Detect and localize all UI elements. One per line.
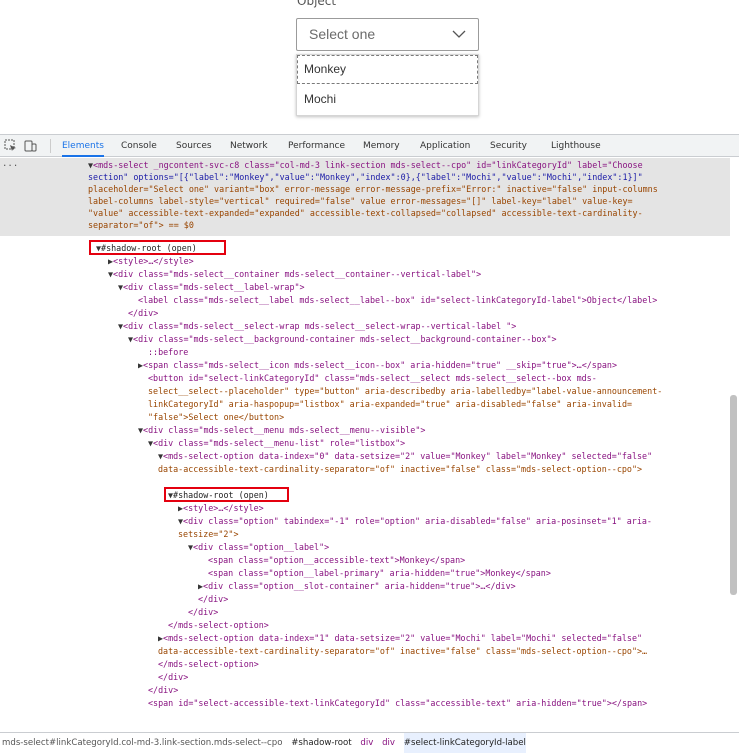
dom-line[interactable]: </div> — [188, 607, 218, 617]
dom-line[interactable]: section" options="[{"label":"Monkey","va… — [88, 172, 643, 182]
dom-line[interactable]: placeholder="Select one" variant="box" e… — [88, 184, 658, 194]
shadow-root-node[interactable]: #shadow-root (open) — [173, 490, 269, 500]
select-dropdown[interactable]: Select one — [296, 18, 479, 51]
dom-line[interactable]: "value" accessible-text-expanded="expand… — [88, 208, 643, 218]
dom-line[interactable]: <button id="select-linkCategoryId" class… — [148, 373, 597, 383]
dom-line[interactable]: <span class="mds-select__icon mds-select… — [143, 360, 617, 370]
dom-line[interactable]: </div> — [128, 308, 158, 318]
dom-line[interactable]: <mds-select _ngcontent-svc-c8 class="col… — [93, 160, 643, 170]
dom-line[interactable]: label-columns label-style="vertical" req… — [88, 196, 633, 206]
dom-line[interactable]: select__select--placeholder" type="butto… — [148, 386, 662, 396]
tab-elements[interactable]: Elements — [62, 135, 104, 157]
dom-line[interactable]: <div class="mds-select__label-wrap"> — [123, 282, 305, 292]
dom-line[interactable]: <div class="mds-select__container mds-se… — [113, 269, 481, 279]
dom-line[interactable]: <div class="option__label"> — [193, 542, 329, 552]
tab-application[interactable]: Application — [420, 135, 470, 157]
tab-separator — [50, 139, 51, 153]
dom-line[interactable]: <div class="mds-select__background-conta… — [133, 334, 557, 344]
dom-line[interactable]: </div> — [198, 594, 228, 604]
inspect-element-icon[interactable] — [4, 139, 17, 152]
dom-line[interactable]: setsize="2"> — [178, 529, 239, 539]
field-label: Object — [297, 0, 337, 8]
dom-line[interactable]: <style>…</style> — [183, 503, 264, 513]
dom-line[interactable]: </mds-select-option> — [168, 620, 269, 630]
device-toggle-icon[interactable] — [24, 139, 37, 152]
dom-line[interactable]: data-accessible-text-cardinality-separat… — [158, 464, 642, 474]
tab-security[interactable]: Security — [490, 135, 527, 157]
elements-tree: ... ▼<mds-select _ngcontent-svc-c8 class… — [0, 158, 739, 724]
dom-line[interactable]: "false">Select one</button> — [148, 412, 284, 422]
shadow-root-node[interactable]: #shadow-root (open) — [101, 243, 197, 253]
devtools-tab-bar: Elements Console Sources Network Perform… — [0, 135, 739, 157]
dom-line[interactable]: <span id="select-accessible-text-linkCat… — [148, 698, 647, 708]
breadcrumb-label[interactable]: #select-linkCategoryId-label — [403, 733, 526, 753]
devtools-panel: Elements Console Sources Network Perform… — [0, 134, 739, 753]
dom-line[interactable]: <span class="option__label-primary" aria… — [208, 568, 551, 578]
select-menu: Monkey Mochi — [296, 54, 479, 116]
option-monkey[interactable]: Monkey — [297, 55, 478, 84]
tab-performance[interactable]: Performance — [288, 135, 345, 157]
dom-line[interactable]: </div> — [158, 672, 188, 682]
breadcrumb-div[interactable]: div — [360, 733, 373, 753]
dom-line[interactable]: data-accessible-text-cardinality-separat… — [158, 646, 647, 656]
dom-line[interactable]: <span class="option__accessible-text">Mo… — [208, 555, 465, 565]
tab-network[interactable]: Network — [230, 135, 268, 157]
select-placeholder: Select one — [309, 26, 376, 42]
node-actions-ellipsis[interactable]: ... — [2, 158, 18, 170]
dom-line[interactable]: <div class="mds-select__menu mds-select_… — [143, 425, 425, 435]
dom-line[interactable]: <div class="mds-select__select-wrap mds-… — [123, 321, 516, 331]
page-preview: Object Select one Monkey Mochi — [0, 0, 739, 132]
dom-line[interactable]: <mds-select-option data-index="1" data-s… — [163, 633, 642, 643]
dom-line[interactable]: <label class="mds-select__label mds-sele… — [138, 295, 657, 305]
breadcrumb-shadow-root[interactable]: #shadow-root — [291, 733, 351, 753]
dom-line[interactable]: </mds-select-option> — [158, 659, 259, 669]
dom-line[interactable]: <mds-select-option data-index="0" data-s… — [163, 451, 652, 461]
tab-sources[interactable]: Sources — [176, 135, 212, 157]
dom-line[interactable]: <style>…</style> — [113, 256, 194, 266]
elements-scrollbar[interactable] — [730, 395, 737, 595]
dom-line[interactable]: </div> — [148, 685, 178, 695]
dom-line[interactable]: separator="of"> == $0 — [88, 220, 194, 230]
dom-line[interactable]: <div class="option" tabindex="-1" role="… — [183, 516, 652, 526]
dom-line[interactable]: linkCategoryId" aria-haspopup="listbox" … — [148, 399, 632, 409]
breadcrumb-div[interactable]: div — [382, 733, 395, 753]
dom-line[interactable]: <div class="option__slot-container" aria… — [203, 581, 516, 591]
tab-memory[interactable]: Memory — [363, 135, 400, 157]
tab-console[interactable]: Console — [121, 135, 157, 157]
chevron-down-icon — [452, 30, 466, 38]
breadcrumb: mds-select#linkCategoryId.col-md-3.link-… — [0, 732, 739, 753]
pseudo-element[interactable]: ::before — [148, 347, 188, 357]
breadcrumb-mds-select[interactable]: mds-select#linkCategoryId.col-md-3.link-… — [2, 733, 282, 753]
tab-lighthouse[interactable]: Lighthouse — [551, 135, 601, 157]
option-mochi[interactable]: Mochi — [297, 85, 478, 114]
dom-line[interactable]: <div class="mds-select__menu-list" role=… — [153, 438, 405, 448]
